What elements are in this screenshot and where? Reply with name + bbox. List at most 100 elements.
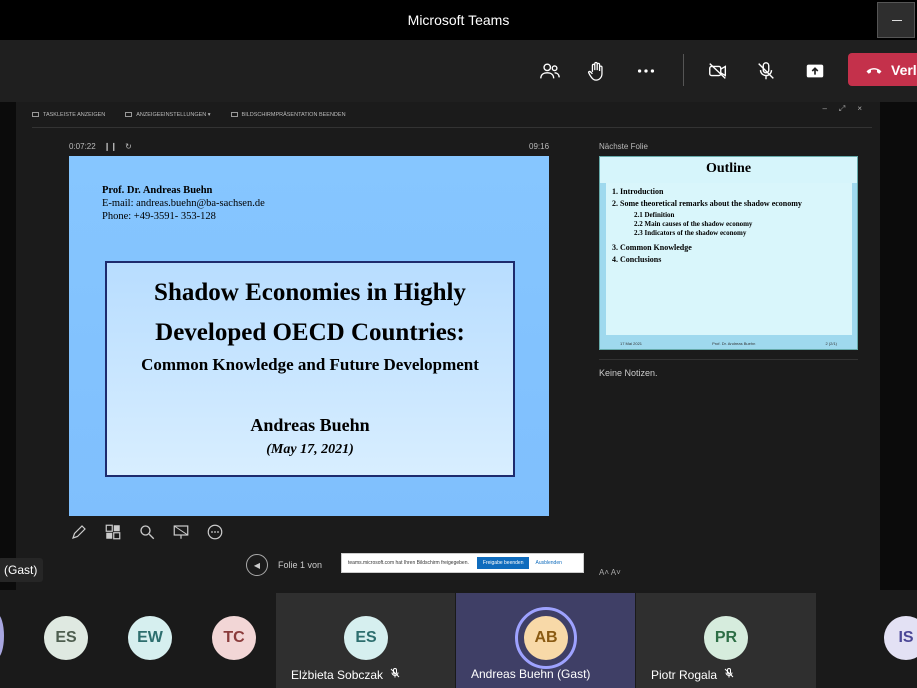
participant-tile-speaking[interactable]: AB Andreas Buehn (Gast) — [456, 593, 635, 688]
avatar[interactable]: TC — [212, 616, 256, 660]
leave-label: Verl — [891, 61, 917, 78]
avatar: PR — [704, 616, 748, 660]
slide-date: (May 17, 2021) — [266, 442, 354, 457]
slide-email: E-mail: andreas.buehn@ba-sachsen.de — [102, 198, 265, 209]
camera-off-icon — [709, 63, 727, 79]
outline-item: 3. Common Knowledge — [612, 243, 692, 252]
font-size-controls[interactable]: A˄ A˅ — [599, 568, 621, 577]
participant-name: Elżbieta Sobczak — [291, 667, 384, 682]
partial-avatar — [0, 614, 4, 658]
mic-off-icon — [723, 667, 735, 682]
outline-subitem: 2.1 Definition — [634, 211, 675, 219]
outline-subitem: 2.2 Main causes of the shadow economy — [634, 220, 753, 228]
presenter-view: TASKLEISTE ANZEIGEN ANZEIGEEINSTELLUNGEN… — [16, 102, 880, 590]
slide-title-box: Shadow Economies in Highly Developed OEC… — [105, 261, 515, 477]
speaker-notes: Keine Notizen. — [599, 368, 658, 378]
slide-presenter: Andreas Buehn — [250, 415, 370, 435]
next-slide-footer: 17 Mai 2021 Prof. Dr. Andreas Buehn 2 (2… — [620, 341, 837, 346]
avatar[interactable]: ES — [44, 616, 88, 660]
slide-navigation: ◀ Folie 1 von — [246, 554, 322, 576]
current-slide[interactable]: Prof. Dr. Andreas Buehn E-mail: andreas.… — [69, 156, 549, 516]
slide-counter: Folie 1 von — [278, 560, 323, 570]
footer-author: Prof. Dr. Andreas Buehn — [712, 341, 756, 346]
participant-tile[interactable]: ES Elżbieta Sobczak — [276, 593, 455, 688]
previous-slide-button[interactable]: ◀ — [246, 554, 268, 576]
raise-hand-icon — [587, 61, 603, 81]
more-options-icon[interactable] — [205, 522, 225, 542]
display-icon — [125, 112, 133, 117]
slide-contact: Prof. Dr. Andreas Buehn E-mail: andreas.… — [102, 184, 265, 223]
zoom-icon[interactable] — [137, 522, 157, 542]
slide-author: Prof. Dr. Andreas Buehn — [102, 185, 213, 196]
show-taskbar-label: TASKLEISTE ANZEIGEN — [43, 111, 106, 118]
next-slide-label: Nächste Folie — [599, 142, 648, 151]
mic-toggle[interactable] — [751, 56, 781, 86]
slide-title-line1: Shadow Economies in Highly — [154, 279, 466, 306]
participants-button[interactable] — [535, 56, 565, 86]
meeting-toolbar — [0, 40, 917, 102]
show-taskbar-item[interactable]: TASKLEISTE ANZEIGEN — [32, 112, 105, 118]
current-time: 09:16 — [529, 142, 550, 151]
people-icon — [540, 63, 560, 79]
outline-item: 4. Conclusions — [612, 255, 662, 264]
footer-page: 2 (2/1) — [825, 341, 837, 346]
presenter-name-tag: (Gast) — [0, 558, 44, 582]
stop-sharing-button[interactable]: Freigabe beenden — [476, 557, 530, 569]
avatar[interactable]: IS — [884, 616, 917, 660]
toolbar-divider — [683, 54, 684, 86]
elapsed-timer: 0:07:22 ❙❙ ↻ — [69, 142, 132, 151]
outline-item: 2. Some theoretical remarks about the sh… — [612, 199, 802, 208]
end-icon — [230, 112, 238, 117]
avatar[interactable]: EW — [128, 616, 172, 660]
blackscreen-icon[interactable] — [171, 522, 191, 542]
camera-toggle[interactable] — [703, 56, 733, 86]
end-slideshow-label: BILDSCHIRMPRÄSENTATION BEENDEN — [241, 111, 346, 118]
more-actions-button[interactable] — [631, 56, 661, 86]
outline-subitem: 2.3 Indicators of the shadow economy — [634, 229, 747, 237]
title-bar: Microsoft Teams — [0, 0, 917, 40]
slide-title: Shadow Economies in Highly Developed OEC… — [107, 273, 513, 353]
slide-tools — [69, 522, 225, 542]
minimize-button[interactable] — [877, 2, 915, 38]
outline-item: 1. Introduction — [612, 187, 664, 196]
participant-name: Piotr Rogala — [651, 667, 718, 682]
share-content-button[interactable] — [800, 56, 830, 86]
participant-tile[interactable]: PR Piotr Rogala — [636, 593, 816, 688]
share-screen-icon — [806, 64, 824, 78]
elapsed-time: 0:07:22 — [69, 142, 96, 151]
slide-phone: Phone: +49-3591- 353-128 — [102, 211, 216, 222]
notes-divider — [599, 359, 858, 360]
end-slideshow-item[interactable]: BILDSCHIRMPRÄSENTATION BEENDEN — [230, 111, 346, 118]
next-slide-preview[interactable]: Outline 1. Introduction 2. Some theoreti… — [599, 156, 858, 350]
participant-strip: ES EW TC ES Elżbieta Sobczak AB Andreas … — [0, 590, 917, 688]
next-slide-title: Outline — [600, 157, 857, 183]
hang-up-icon — [866, 67, 882, 74]
footer-date: 17 Mai 2021 — [620, 341, 643, 346]
leave-button[interactable]: Verl — [848, 53, 917, 86]
pen-icon[interactable] — [69, 522, 89, 542]
avatar: ES — [344, 616, 388, 660]
display-settings-item[interactable]: ANZEIGEEINSTELLUNGEN ▾ — [125, 111, 211, 118]
next-slide-body: 1. Introduction 2. Some theoretical rema… — [606, 183, 852, 335]
more-icon — [637, 69, 655, 73]
reset-icon[interactable]: ↻ — [125, 142, 132, 151]
hide-sharing-bar-button[interactable]: Ausblenden — [535, 560, 561, 566]
pause-icon[interactable]: ❙❙ — [104, 142, 117, 151]
participant-name-label: Piotr Rogala — [651, 667, 735, 682]
mic-off-icon — [389, 667, 401, 682]
taskbar-icon — [32, 112, 39, 117]
screen-sharing-bar: teams.microsoft.com hat Ihren Bildschirm… — [341, 553, 584, 573]
slide-subtitle: Common Knowledge and Future Development — [141, 355, 479, 374]
slide-title-line2: Developed OECD Countries: — [155, 319, 465, 346]
presenter-menu: TASKLEISTE ANZEIGEN ANZEIGEEINSTELLUNGEN… — [32, 102, 872, 128]
window-title: Microsoft Teams — [407, 12, 510, 28]
avatar: AB — [524, 616, 568, 660]
reactions-button[interactable] — [582, 56, 612, 86]
slides-grid-icon[interactable] — [103, 522, 123, 542]
participant-name: Andreas Buehn (Gast) — [471, 667, 591, 681]
sharing-message: teams.microsoft.com hat Ihren Bildschirm… — [348, 560, 469, 566]
mic-off-icon — [758, 62, 774, 80]
display-settings-label: ANZEIGEEINSTELLUNGEN ▾ — [136, 111, 211, 118]
participant-name-label: Andreas Buehn (Gast) — [471, 667, 590, 681]
presenter-window-controls[interactable]: –⤢× — [822, 104, 874, 114]
